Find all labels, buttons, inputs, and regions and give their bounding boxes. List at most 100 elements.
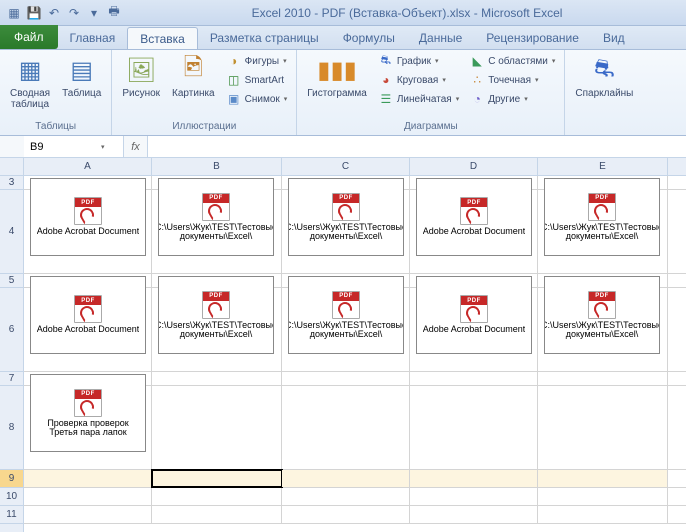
undo-icon[interactable]: ↶	[46, 5, 62, 21]
cell-C11[interactable]	[282, 506, 410, 523]
cell-B7[interactable]	[152, 372, 282, 385]
pie-chart-button[interactable]: ◕Круговая▾	[375, 71, 462, 89]
tab-home[interactable]: Главная	[58, 27, 128, 49]
column-header-B[interactable]: B	[152, 158, 282, 175]
embedded-pdf-object[interactable]: PDFПроверка проверок Третья пара лапок	[30, 374, 146, 452]
pdf-file-icon: PDF	[74, 389, 102, 417]
cell-C10[interactable]	[282, 488, 410, 505]
name-box-dropdown-icon[interactable]: ▾	[101, 143, 105, 151]
row-header-4[interactable]: 4	[0, 190, 23, 274]
cell-E10[interactable]	[538, 488, 668, 505]
formula-bar: ▾ fx	[0, 136, 686, 158]
embedded-pdf-object[interactable]: PDFAdobe Acrobat Document	[30, 276, 146, 354]
cell-B8[interactable]	[152, 386, 282, 469]
object-label: C:\Users\Жук\TEST\Тестовые документы\Exc…	[544, 321, 660, 340]
area-chart-icon: ◣	[469, 53, 485, 69]
row-header-5[interactable]: 5	[0, 274, 23, 288]
cell-B10[interactable]	[152, 488, 282, 505]
cell-C9[interactable]	[282, 470, 410, 487]
ribbon: ▦ Сводная таблица ▤ Таблица Таблицы 🖼 Ри…	[0, 50, 686, 136]
cell-C7[interactable]	[282, 372, 410, 385]
tab-data[interactable]: Данные	[407, 27, 474, 49]
cell-B11[interactable]	[152, 506, 282, 523]
pdf-file-icon: PDF	[202, 291, 230, 319]
object-label: C:\Users\Жук\TEST\Тестовые документы\Exc…	[158, 223, 274, 242]
row-header-10[interactable]: 10	[0, 488, 23, 506]
cell-D9[interactable]	[410, 470, 538, 487]
tab-formulas[interactable]: Формулы	[331, 27, 407, 49]
embedded-pdf-object[interactable]: PDFAdobe Acrobat Document	[416, 276, 532, 354]
pdf-file-icon: PDF	[332, 193, 360, 221]
cell-B9[interactable]	[152, 470, 282, 487]
bar-chart-button[interactable]: ☰Линейчатая▾	[375, 90, 462, 108]
scatter-chart-button[interactable]: ∴Точечная▾	[466, 71, 558, 89]
pdf-file-icon: PDF	[460, 197, 488, 225]
row-header-3[interactable]: 3	[0, 176, 23, 190]
cell-D8[interactable]	[410, 386, 538, 469]
embedded-pdf-object[interactable]: PDFC:\Users\Жук\TEST\Тестовые документы\…	[158, 178, 274, 256]
screenshot-button[interactable]: ▣Снимок▾	[223, 90, 291, 108]
name-box-input[interactable]	[30, 141, 100, 153]
cell-D7[interactable]	[410, 372, 538, 385]
row-header-11[interactable]: 11	[0, 506, 23, 524]
redo-icon[interactable]: ↷	[66, 5, 82, 21]
object-label: C:\Users\Жук\TEST\Тестовые документы\Exc…	[288, 223, 404, 242]
embedded-pdf-object[interactable]: PDFAdobe Acrobat Document	[30, 178, 146, 256]
cell-D10[interactable]	[410, 488, 538, 505]
row-header-8[interactable]: 8	[0, 386, 23, 470]
cell-E9[interactable]	[538, 470, 668, 487]
embedded-pdf-object[interactable]: PDFC:\Users\Жук\TEST\Тестовые документы\…	[288, 276, 404, 354]
print-icon[interactable]: 🖶	[106, 5, 122, 21]
file-tab[interactable]: Файл	[0, 25, 58, 49]
cells-area[interactable]: PDFAdobe Acrobat DocumentPDFC:\Users\Жук…	[24, 176, 686, 524]
select-all-corner[interactable]	[0, 158, 23, 176]
cell-E7[interactable]	[538, 372, 668, 385]
object-label: C:\Users\Жук\TEST\Тестовые документы\Exc…	[544, 223, 660, 242]
shapes-button[interactable]: ◑Фигуры▾	[223, 52, 291, 70]
embedded-pdf-object[interactable]: PDF C:\Users\Жук\TEST\Тестовые документы\…	[288, 178, 404, 256]
tab-view[interactable]: Вид	[591, 27, 637, 49]
other-charts-button[interactable]: ◔Другие▾	[466, 90, 558, 108]
table-icon: ▤	[66, 54, 98, 86]
excel-icon[interactable]: ▦	[6, 5, 22, 21]
formula-input[interactable]	[148, 136, 686, 157]
area-chart-button[interactable]: ◣С областями▾	[466, 52, 558, 70]
picture-button[interactable]: 🖼 Рисунок	[118, 52, 164, 101]
column-header-A[interactable]: A	[24, 158, 152, 175]
cell-C8[interactable]	[282, 386, 410, 469]
clipart-button[interactable]: 🖻 Картинка	[168, 52, 219, 101]
column-header-C[interactable]: C	[282, 158, 410, 175]
cell-D11[interactable]	[410, 506, 538, 523]
smartart-button[interactable]: ◫SmartArt	[223, 71, 291, 89]
group-label-sparklines	[571, 132, 637, 133]
cell-A11[interactable]	[24, 506, 152, 523]
line-chart-button[interactable]: ⛐График▾	[375, 52, 462, 70]
cell-A9[interactable]	[24, 470, 152, 487]
shapes-icon: ◑	[226, 53, 242, 69]
fx-button[interactable]: fx	[124, 136, 148, 157]
histogram-button[interactable]: ▮▮▮ Гистограмма	[303, 52, 371, 101]
table-button[interactable]: ▤ Таблица	[58, 52, 105, 101]
embedded-pdf-object[interactable]: PDFC:\Users\Жук\TEST\Тестовые документы\…	[544, 178, 660, 256]
qat-customize-icon[interactable]: ▾	[86, 5, 102, 21]
save-icon[interactable]: 💾	[26, 5, 42, 21]
row-header-7[interactable]: 7	[0, 372, 23, 386]
embedded-pdf-object[interactable]: PDFC:\Users\Жук\TEST\Тестовые документы\…	[544, 276, 660, 354]
tab-insert[interactable]: Вставка	[127, 27, 198, 49]
name-box[interactable]: ▾	[24, 136, 124, 157]
screenshot-icon: ▣	[226, 91, 242, 107]
embedded-pdf-object[interactable]: PDFAdobe Acrobat Document	[416, 178, 532, 256]
cell-A10[interactable]	[24, 488, 152, 505]
row-header-6[interactable]: 6	[0, 288, 23, 372]
column-header-D[interactable]: D	[410, 158, 538, 175]
embedded-pdf-object[interactable]: PDFC:\Users\Жук\TEST\Тестовые документы\…	[158, 276, 274, 354]
cell-E8[interactable]	[538, 386, 668, 469]
tab-page-layout[interactable]: Разметка страницы	[198, 27, 331, 49]
cell-E11[interactable]	[538, 506, 668, 523]
column-header-E[interactable]: E	[538, 158, 668, 175]
sparklines-button[interactable]: ⛐ Спарклайны	[571, 52, 637, 101]
tab-review[interactable]: Рецензирование	[474, 27, 591, 49]
sparklines-icon: ⛐	[588, 54, 620, 86]
row-header-9[interactable]: 9	[0, 470, 23, 488]
pivot-table-button[interactable]: ▦ Сводная таблица	[6, 52, 54, 112]
